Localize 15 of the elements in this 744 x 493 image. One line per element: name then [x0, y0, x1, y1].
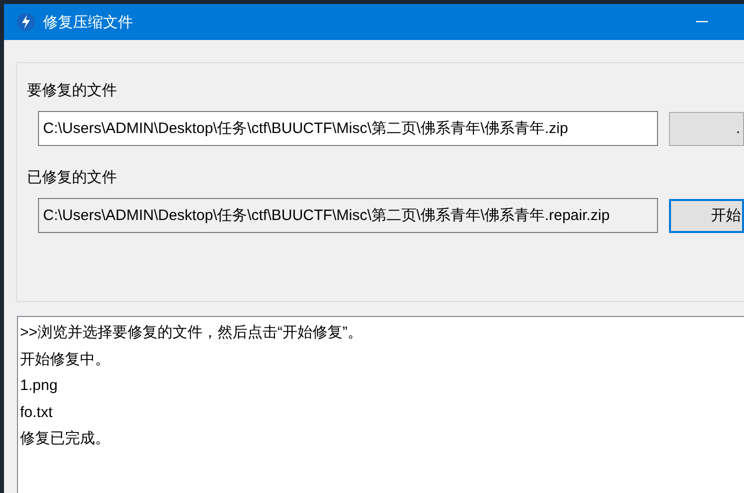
- log-line: 1.png: [20, 376, 58, 396]
- app-icon: [17, 13, 35, 31]
- field-label: 已修复的文件: [27, 168, 117, 187]
- path-field[interactable]: C:\Users\ADMIN\Desktop\任务\ctf\BUUCTF\Misc\第二页\佛系青年\佛系青年.repair.zip: [38, 198, 658, 233]
- log-line: 开始修复中。: [20, 350, 110, 370]
- log-line: 修复已完成。: [20, 429, 110, 449]
- action-button[interactable]: .: [669, 112, 744, 146]
- minimize-icon[interactable]: [696, 21, 708, 23]
- field-label: 要修复的文件: [27, 81, 117, 100]
- path-field[interactable]: C:\Users\ADMIN\Desktop\任务\ctf\BUUCTF\Misc\第二页\佛系青年\佛系青年.zip: [38, 111, 658, 146]
- log-line: >>浏览并选择要修复的文件，然后点击“开始修复”。: [20, 323, 363, 343]
- window-title: 修复压缩文件: [43, 12, 133, 32]
- log-area[interactable]: >>浏览并选择要修复的文件，然后点击“开始修复”。 开始修复中。 1.png fo.txt 修复已完成。: [17, 316, 744, 493]
- log-line: fo.txt: [20, 402, 53, 422]
- action-button[interactable]: 开始: [669, 198, 744, 232]
